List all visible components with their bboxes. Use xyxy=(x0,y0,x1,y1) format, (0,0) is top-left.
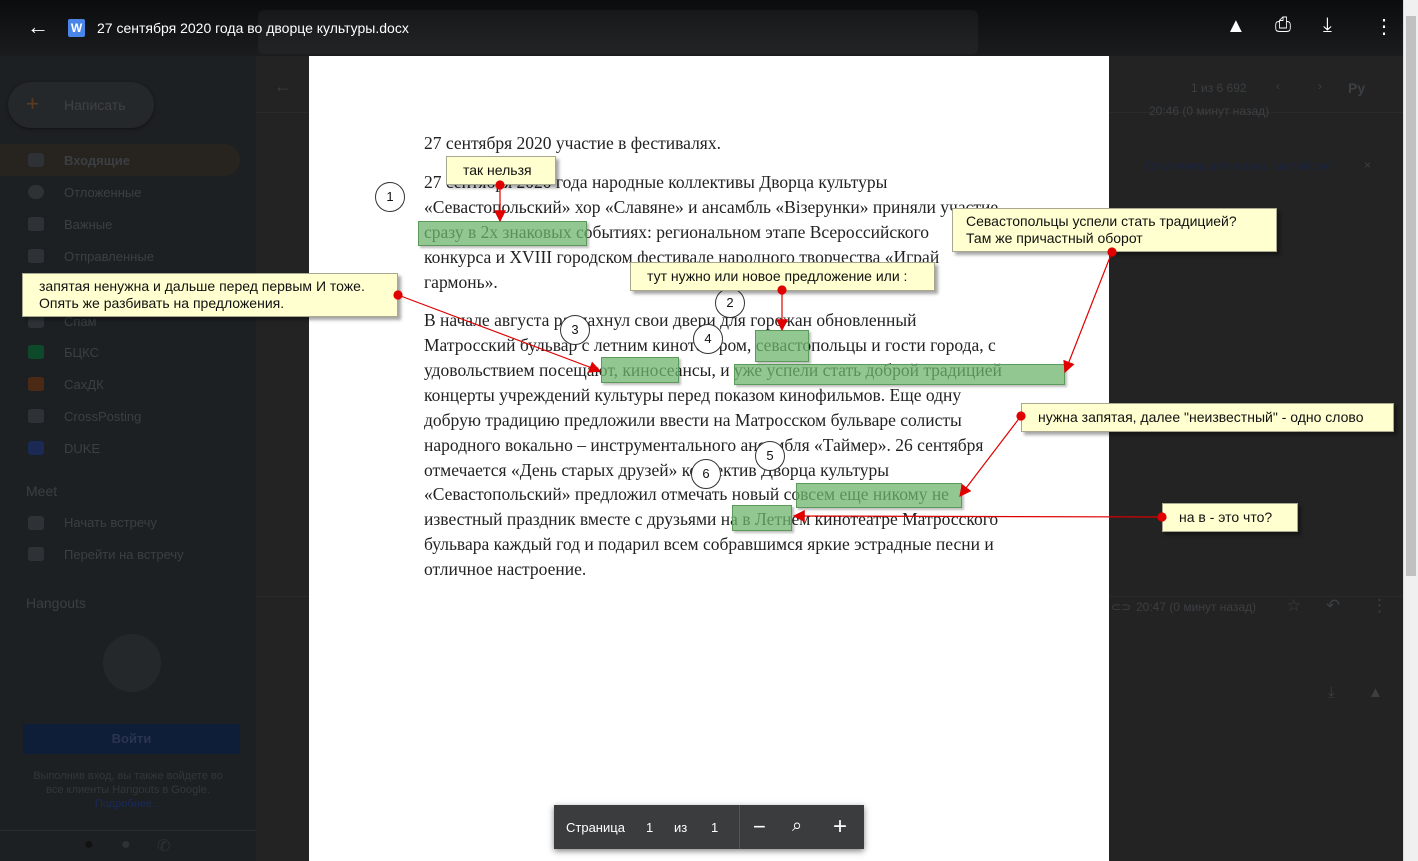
arrow xyxy=(959,415,1022,497)
page-zoom-toolbar: Страница 1 из 1 − ⌕ + xyxy=(554,805,864,849)
of-label: из xyxy=(674,820,688,835)
arrow xyxy=(397,294,602,373)
total-pages: 1 xyxy=(711,820,719,835)
zoom-icon[interactable]: ⌕ xyxy=(792,815,802,836)
annotation-arrows xyxy=(393,180,1167,523)
zoom-in-button[interactable]: + xyxy=(833,813,847,841)
scrollbar-thumb[interactable] xyxy=(1406,16,1416,576)
page-label: Страница xyxy=(566,820,625,835)
scrollbar[interactable] xyxy=(1403,0,1418,861)
zoom-out-button[interactable]: − xyxy=(753,814,766,840)
arrow xyxy=(792,510,1163,523)
arrow xyxy=(1063,251,1113,374)
current-page-input[interactable]: 1 xyxy=(646,820,653,835)
